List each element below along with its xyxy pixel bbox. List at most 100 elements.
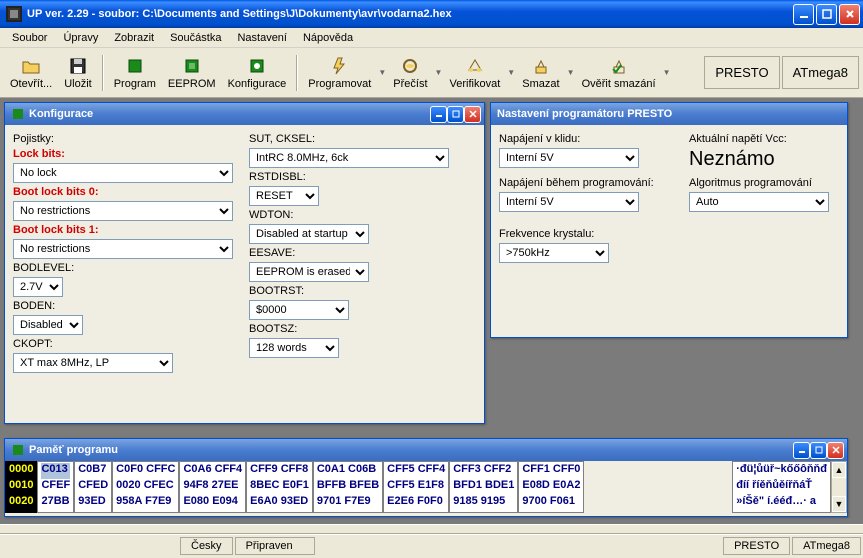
memory-scrollbar[interactable]: ▲ ▼ bbox=[831, 461, 847, 513]
mem-col-0[interactable]: C013CFEF27BB bbox=[37, 461, 74, 513]
scroll-up-icon[interactable]: ▲ bbox=[832, 462, 846, 478]
boden-select[interactable]: Disabled bbox=[13, 315, 83, 335]
flash-icon bbox=[330, 56, 350, 76]
bootlock0-select[interactable]: No restrictions bbox=[13, 201, 233, 221]
menu-soubor[interactable]: Soubor bbox=[4, 30, 55, 46]
mem-col-5[interactable]: C0A1 C06BBFFB BFEB9701 F7E9 bbox=[313, 461, 383, 513]
config-titlebar: Konfigurace bbox=[5, 103, 484, 125]
config-close[interactable] bbox=[464, 106, 481, 123]
vcc-label: Aktuální napětí Vcc: bbox=[689, 133, 839, 145]
mdi-area: Konfigurace Pojistky: Lock bits: No lock… bbox=[0, 98, 863, 524]
rstdisbl-label: RSTDISBL: bbox=[249, 171, 449, 183]
eesave-select[interactable]: EEPROM is erased bbox=[249, 262, 369, 282]
bootlock0-label: Boot lock bits 0: bbox=[13, 186, 233, 198]
napajeni-prog-select[interactable]: Interní 5V bbox=[499, 192, 639, 212]
programmer-button[interactable]: PRESTO bbox=[704, 56, 779, 89]
read-icon bbox=[400, 56, 420, 76]
memory-window: Paměť programu 000000100020 C013CFEF27BB… bbox=[4, 438, 848, 517]
config-button[interactable]: Konfigurace bbox=[222, 54, 293, 92]
bootlock1-label: Boot lock bits 1: bbox=[13, 224, 233, 236]
status-bar: Česky Připraven PRESTO ATmega8 bbox=[0, 534, 863, 556]
napajeni-klid-select[interactable]: Interní 5V bbox=[499, 148, 639, 168]
overit-dropdown[interactable]: ▼ bbox=[662, 68, 672, 77]
erase-icon bbox=[531, 56, 551, 76]
mem-col-6[interactable]: CFF5 CFF4CFF5 E1F8E2E6 F0F0 bbox=[383, 461, 449, 513]
menu-bar: Soubor Úpravy Zobrazit Součástka Nastave… bbox=[0, 28, 863, 48]
maximize-button[interactable] bbox=[816, 4, 837, 25]
napajeni-klid-label: Napájení v klidu: bbox=[499, 133, 679, 145]
smazat-button[interactable]: Smazat bbox=[516, 54, 565, 92]
config-maximize[interactable] bbox=[447, 106, 464, 123]
ckopt-select[interactable]: XT max 8MHz, LP bbox=[13, 353, 173, 373]
config-minimize[interactable] bbox=[430, 106, 447, 123]
mem-col-3[interactable]: C0A6 CFF494F8 27EEE080 E094 bbox=[179, 461, 246, 513]
status-programmer: PRESTO bbox=[723, 537, 790, 555]
bootlock1-select[interactable]: No restrictions bbox=[13, 239, 233, 259]
wdton-label: WDTON: bbox=[249, 209, 449, 221]
sut-select[interactable]: IntRC 8.0MHz, 6ck bbox=[249, 148, 449, 168]
presto-titlebar: Nastavení programátoru PRESTO bbox=[491, 103, 847, 125]
memory-minimize[interactable] bbox=[793, 442, 810, 459]
toolbar: Otevřít... Uložit Program EEPROM Konfigu… bbox=[0, 48, 863, 98]
rstdisbl-select[interactable]: RESET bbox=[249, 186, 319, 206]
chip-icon bbox=[11, 107, 25, 121]
menu-zobrazit[interactable]: Zobrazit bbox=[106, 30, 162, 46]
programovat-dropdown[interactable]: ▼ bbox=[377, 68, 387, 77]
eeprom-button[interactable]: EEPROM bbox=[162, 54, 222, 92]
minimize-button[interactable] bbox=[793, 4, 814, 25]
verify-icon bbox=[465, 56, 485, 76]
splitter[interactable] bbox=[0, 524, 863, 534]
config-title: Konfigurace bbox=[29, 108, 430, 120]
window-title: UP ver. 2.29 - soubor: C:\Documents and … bbox=[27, 8, 793, 20]
status-ready: Připraven bbox=[235, 537, 315, 555]
mem-col-8[interactable]: CFF1 CFF0E08D E0A29700 F061 bbox=[518, 461, 584, 513]
verifikovat-dropdown[interactable]: ▼ bbox=[506, 68, 516, 77]
alg-select[interactable]: Auto bbox=[689, 192, 829, 212]
mem-col-4[interactable]: CFF9 CFF88BEC E0F1E6A0 93ED bbox=[246, 461, 313, 513]
status-language: Česky bbox=[180, 537, 233, 555]
bodlevel-select[interactable]: 2.7V bbox=[13, 277, 63, 297]
verifikovat-button[interactable]: Verifikovat bbox=[444, 54, 507, 92]
chip-button[interactable]: ATmega8 bbox=[782, 56, 859, 89]
menu-upravy[interactable]: Úpravy bbox=[55, 30, 106, 46]
chip-icon bbox=[125, 56, 145, 76]
chip-icon bbox=[182, 56, 202, 76]
memory-maximize[interactable] bbox=[810, 442, 827, 459]
menu-napoveda[interactable]: Nápověda bbox=[295, 30, 361, 46]
menu-nastaveni[interactable]: Nastavení bbox=[229, 30, 295, 46]
bodlevel-label: BODLEVEL: bbox=[13, 262, 233, 274]
scroll-down-icon[interactable]: ▼ bbox=[832, 496, 846, 512]
smazat-dropdown[interactable]: ▼ bbox=[566, 68, 576, 77]
separator bbox=[296, 55, 298, 91]
overit-smazani-button[interactable]: Ověřit smazání bbox=[576, 54, 662, 92]
programovat-button[interactable]: Programovat bbox=[302, 54, 377, 92]
bootsz-select[interactable]: 128 words bbox=[249, 338, 339, 358]
status-chip: ATmega8 bbox=[792, 537, 861, 555]
save-button[interactable]: Uložit bbox=[58, 54, 98, 92]
pojistky-label: Pojistky: bbox=[13, 133, 233, 145]
open-button[interactable]: Otevřít... bbox=[4, 54, 58, 92]
mem-col-2[interactable]: C0F0 CFFC0020 CFEC958A F7E9 bbox=[112, 461, 179, 513]
precist-button[interactable]: Přečíst bbox=[387, 54, 433, 92]
bootrst-label: BOOTRST: bbox=[249, 285, 449, 297]
memory-addr-col: 000000100020 bbox=[5, 461, 37, 513]
memory-close[interactable] bbox=[827, 442, 844, 459]
close-button[interactable] bbox=[839, 4, 860, 25]
frekvence-label: Frekvence krystalu: bbox=[499, 228, 839, 240]
wdton-select[interactable]: Disabled at startup bbox=[249, 224, 369, 244]
frekvence-select[interactable]: >750kHz bbox=[499, 243, 609, 263]
lockbits-select[interactable]: No lock bbox=[13, 163, 233, 183]
separator bbox=[102, 55, 104, 91]
mem-col-7[interactable]: CFF3 CFF2BFD1 BDE19185 9195 bbox=[449, 461, 518, 513]
mem-col-1[interactable]: C0B7CFED93ED bbox=[74, 461, 112, 513]
menu-soucastka[interactable]: Součástka bbox=[162, 30, 229, 46]
precist-dropdown[interactable]: ▼ bbox=[434, 68, 444, 77]
chip-icon bbox=[11, 443, 25, 457]
bootrst-select[interactable]: $0000 bbox=[249, 300, 349, 320]
memory-title: Paměť programu bbox=[29, 444, 793, 456]
boden-label: BODEN: bbox=[13, 300, 233, 312]
verify-erase-icon bbox=[609, 56, 629, 76]
ckopt-label: CKOPT: bbox=[13, 338, 233, 350]
program-mem-button[interactable]: Program bbox=[108, 54, 162, 92]
presto-window: Nastavení programátoru PRESTO Napájení v… bbox=[490, 102, 848, 338]
